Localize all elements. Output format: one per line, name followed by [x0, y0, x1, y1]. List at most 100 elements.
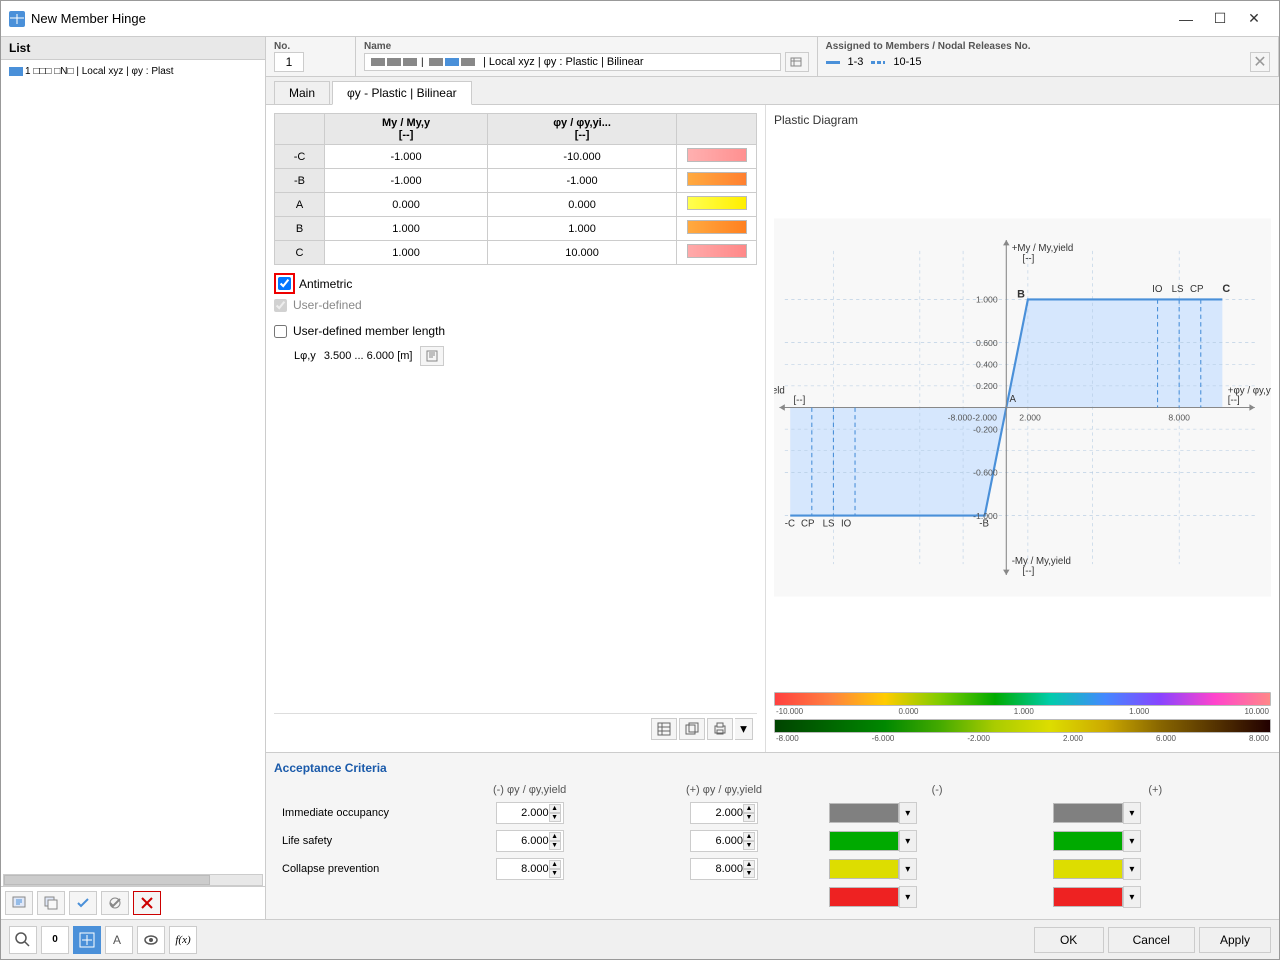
- acc-neg-spin-up[interactable]: ▲: [549, 860, 561, 869]
- acc-neg-spin-up[interactable]: ▲: [549, 804, 561, 813]
- chart-table-btn[interactable]: [651, 718, 677, 740]
- table-cell-col2[interactable]: 10.000: [488, 241, 677, 265]
- app-icon: [9, 11, 25, 27]
- acc-neg-input[interactable]: [499, 807, 549, 819]
- acc-pos-input[interactable]: [693, 807, 743, 819]
- list-item[interactable]: 1 □□□ □N□ | Local xyz | φy : Plast: [5, 64, 261, 79]
- acc-pos-spin-down[interactable]: ▼: [743, 813, 755, 822]
- no-box[interactable]: 1: [274, 52, 304, 72]
- tab-phy[interactable]: φy - Plastic | Bilinear: [332, 81, 472, 105]
- check2-button[interactable]: [101, 891, 129, 915]
- cancel-button[interactable]: Cancel: [1108, 927, 1195, 953]
- status-icon-text[interactable]: A: [105, 926, 133, 954]
- acc-row-label: Life safety: [274, 827, 434, 855]
- list-content[interactable]: 1 □□□ □N□ | Local xyz | φy : Plast: [1, 60, 265, 874]
- chart-print-btn[interactable]: [707, 718, 733, 740]
- member-length-label[interactable]: User-defined member length: [293, 324, 445, 338]
- list-header: List: [1, 37, 265, 60]
- point-C-label: C: [1222, 283, 1230, 295]
- acc-neg-spin-down[interactable]: ▼: [549, 813, 561, 822]
- acc-neg-val[interactable]: ▲ ▼: [434, 799, 625, 827]
- ok-button[interactable]: OK: [1034, 927, 1104, 953]
- acc-pos-spin-down[interactable]: ▼: [743, 869, 755, 878]
- acc-neg-color-arrow[interactable]: ▾: [899, 802, 917, 824]
- table-cell-col1[interactable]: 0.000: [325, 193, 488, 217]
- acc-neg-color-arrow[interactable]: ▾: [899, 858, 917, 880]
- antimetric-checkbox[interactable]: [278, 277, 291, 290]
- status-icon-cursor[interactable]: [73, 926, 101, 954]
- acc-pos-val[interactable]: ▲ ▼: [625, 827, 822, 855]
- acc-pos-spin-up[interactable]: ▲: [743, 804, 755, 813]
- user-defined-checkbox[interactable]: [274, 299, 287, 312]
- table-cell-col2[interactable]: 0.000: [488, 193, 677, 217]
- antimetric-row: Antimetric: [274, 273, 757, 294]
- acc-pos-spin-up[interactable]: ▲: [743, 860, 755, 869]
- table-cell-col2[interactable]: -1.000: [488, 169, 677, 193]
- table-color-header: [677, 114, 757, 145]
- delete-button[interactable]: [133, 891, 161, 915]
- acc-neg-color-swatch: [829, 831, 899, 851]
- acc-pos-color-arrow[interactable]: ▾: [1123, 830, 1141, 852]
- acc-neg-color-arrow[interactable]: ▾: [899, 830, 917, 852]
- status-icon-eye[interactable]: [137, 926, 165, 954]
- acc-pos-val[interactable]: ▲ ▼: [625, 855, 822, 883]
- close-button[interactable]: ✕: [1237, 5, 1271, 33]
- status-icon-search[interactable]: [9, 926, 37, 954]
- y-label-04: 0.400: [976, 360, 998, 370]
- chart-toolbar: ▾: [274, 713, 757, 744]
- status-icon-func[interactable]: f(x): [169, 926, 197, 954]
- acc-neg-spin-down[interactable]: ▼: [549, 841, 561, 850]
- table-cell-col1[interactable]: 1.000: [325, 217, 488, 241]
- name-icon3: [403, 58, 417, 66]
- main-window: New Member Hinge — ☐ ✕ List 1 □□□ □N□ | …: [0, 0, 1280, 960]
- acc-neg-spin-up[interactable]: ▲: [549, 832, 561, 841]
- status-icon-zero[interactable]: 0: [41, 926, 69, 954]
- acc-extra-pos-arrow[interactable]: ▾: [1123, 886, 1141, 908]
- maximize-button[interactable]: ☐: [1203, 5, 1237, 33]
- acc-pos-input[interactable]: [693, 863, 743, 875]
- acc-pos-val[interactable]: ▲ ▼: [625, 799, 822, 827]
- acc-extra-pos: [625, 883, 822, 911]
- acc-pos-color-arrow[interactable]: ▾: [1123, 858, 1141, 880]
- acc-neg-spin-down[interactable]: ▼: [549, 869, 561, 878]
- minimize-button[interactable]: —: [1169, 5, 1203, 33]
- acceptance-row: Life safety ▲ ▼ ▲ ▼ ▾: [274, 827, 1271, 855]
- table-cell-col2[interactable]: -10.000: [488, 145, 677, 169]
- acc-extra-neg-arrow[interactable]: ▾: [899, 886, 917, 908]
- acceptance-table: (-) φy / φy,yield (+) φy / φy,yield (-) …: [274, 781, 1271, 911]
- acc-pos-spin-down[interactable]: ▼: [743, 841, 755, 850]
- name-icon4: [429, 58, 443, 66]
- table-cell-col1[interactable]: -1.000: [325, 145, 488, 169]
- data-table: My / My,y [--] φy / φy,yi... [--]: [274, 113, 757, 265]
- acc-neg-val[interactable]: ▲ ▼: [434, 827, 625, 855]
- table-cell-label: B: [275, 217, 325, 241]
- antimetric-label[interactable]: Antimetric: [299, 277, 352, 291]
- table-cell-col1[interactable]: 1.000: [325, 241, 488, 265]
- assigned-clear-button[interactable]: ✕: [1250, 52, 1270, 72]
- acc-pos-input[interactable]: [693, 835, 743, 847]
- list-horizontal-scrollbar[interactable]: [3, 874, 263, 886]
- acc-neg-input[interactable]: [499, 863, 549, 875]
- tab-main[interactable]: Main: [274, 81, 330, 104]
- acc-neg-color-cell: ▾: [823, 799, 1047, 827]
- apply-button[interactable]: Apply: [1199, 927, 1271, 953]
- chart-copy-btn[interactable]: [679, 718, 705, 740]
- point-A-label: A: [1010, 394, 1017, 405]
- acc-neg-input[interactable]: [499, 835, 549, 847]
- member-length-checkbox[interactable]: [274, 325, 287, 338]
- dialog-buttons: OK Cancel Apply: [1034, 927, 1271, 953]
- table-cell-col1[interactable]: -1.000: [325, 169, 488, 193]
- table-cell-col2[interactable]: 1.000: [488, 217, 677, 241]
- name-edit-button[interactable]: [785, 52, 809, 72]
- color-scale-area: -10.000 0.000 1.000 1.000 10.000 -8.000 …: [774, 692, 1271, 744]
- user-defined-label: User-defined: [293, 298, 362, 312]
- add-button[interactable]: [5, 891, 33, 915]
- acc-neg-val[interactable]: ▲ ▼: [434, 855, 625, 883]
- chart-print-arrow-btn[interactable]: ▾: [735, 718, 753, 740]
- acc-pos-color-arrow[interactable]: ▾: [1123, 802, 1141, 824]
- length-select-button[interactable]: [420, 346, 444, 366]
- check-button[interactable]: [69, 891, 97, 915]
- acc-pos-spin-up[interactable]: ▲: [743, 832, 755, 841]
- table-cell-label: C: [275, 241, 325, 265]
- copy-button[interactable]: [37, 891, 65, 915]
